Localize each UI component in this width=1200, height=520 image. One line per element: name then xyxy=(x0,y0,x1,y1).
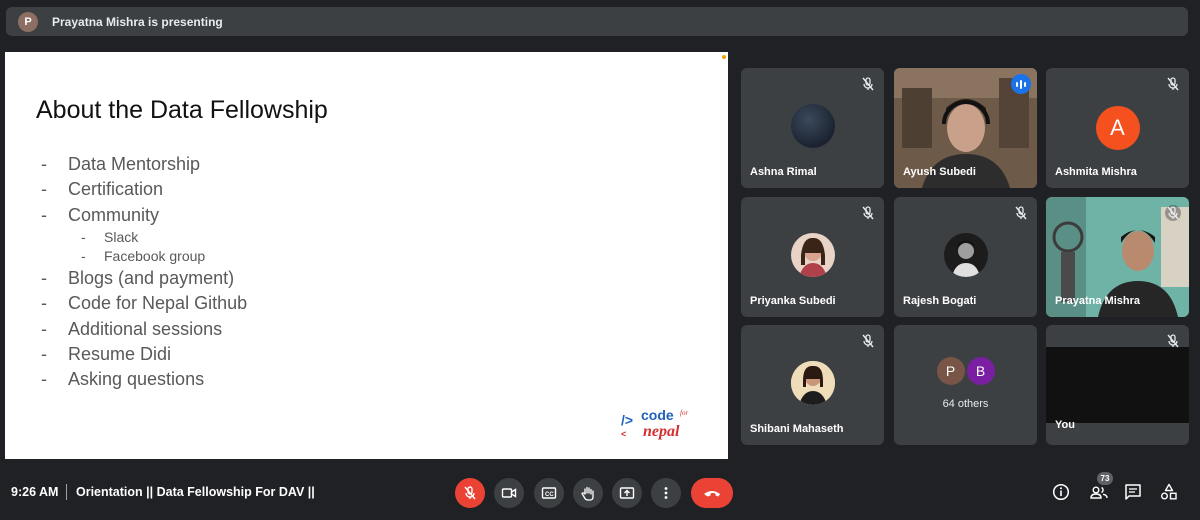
mic-off-icon xyxy=(1167,334,1179,348)
bullet-item: - Certification xyxy=(41,179,164,200)
camera-icon xyxy=(501,488,517,498)
activities-button[interactable] xyxy=(1158,481,1180,503)
participant-avatar: A xyxy=(1095,106,1140,150)
slide-bullet-list: - Data Mentorship - Certification - Communi… xyxy=(41,152,247,392)
presenting-text: Prayatna Mishra is presenting xyxy=(52,14,223,29)
participant-tile[interactable]: A Ashmita Mishra xyxy=(1046,68,1189,188)
sub-bullet-item: - Facebook group xyxy=(81,248,206,265)
participant-tile[interactable]: Ashna Rimal xyxy=(741,68,884,188)
mic-off-icon xyxy=(1167,77,1179,91)
mic-off-icon xyxy=(862,334,874,348)
svg-text:for: for xyxy=(680,409,688,417)
mic-off-icon xyxy=(862,77,874,91)
participant-tile[interactable]: Rajesh Bogati xyxy=(894,197,1037,317)
participant-avatar xyxy=(790,233,835,277)
meeting-time: 9:26 AM xyxy=(11,485,59,499)
participant-name: Ayush Subedi xyxy=(903,166,976,178)
hang-up-icon xyxy=(704,491,720,497)
participant-name: Shibani Mahaseth xyxy=(750,423,844,435)
present-screen-button[interactable] xyxy=(612,478,642,508)
people-icon xyxy=(1090,486,1108,499)
slide-title: About the Data Fellowship xyxy=(36,96,328,124)
info-icon xyxy=(1052,483,1070,501)
present-icon xyxy=(619,487,635,499)
bullet-item: - Resume Didi xyxy=(41,343,172,364)
participant-name: You xyxy=(1055,419,1075,431)
mic-off-icon xyxy=(464,486,476,500)
participant-avatar xyxy=(943,233,988,277)
avatar: P xyxy=(936,357,965,385)
speaking-indicator-icon xyxy=(1011,74,1031,94)
participant-avatar xyxy=(790,361,835,405)
captions-icon: CC xyxy=(541,487,557,499)
mic-off-icon xyxy=(1015,206,1027,220)
more-vert-icon xyxy=(664,487,668,499)
participant-tile[interactable]: Priyanka Subedi xyxy=(741,197,884,317)
participant-name: Rajesh Bogati xyxy=(903,295,977,307)
bullet-item: - Data Mentorship xyxy=(41,154,201,175)
bottom-bar: 9:26 AM Orientation || Data Fellowship F… xyxy=(0,465,1200,520)
toggle-mic-button[interactable] xyxy=(455,478,485,508)
participant-tile-active-speaker[interactable]: Ayush Subedi xyxy=(894,68,1037,188)
svg-text:nepal: nepal xyxy=(643,423,680,440)
presenting-banner[interactable]: P Prayatna Mishra is presenting xyxy=(6,7,1188,36)
more-options-button[interactable] xyxy=(651,478,681,508)
meeting-title: Orientation || Data Fellowship For DAV |… xyxy=(76,485,315,499)
slide-corner-dot xyxy=(722,55,726,59)
participant-name: Prayatna Mishra xyxy=(1055,295,1140,307)
presenter-avatar: P xyxy=(18,11,38,32)
bullet-item: - Asking questions xyxy=(41,369,205,390)
bullet-item: - Blogs (and payment) xyxy=(41,268,235,289)
participant-avatar xyxy=(790,104,835,148)
divider xyxy=(66,484,67,500)
svg-text:<: < xyxy=(621,429,626,439)
code-for-nepal-logo: /> < code for nepal xyxy=(621,407,688,440)
participant-count-badge: 73 xyxy=(1097,472,1113,485)
mic-off-icon xyxy=(1165,205,1181,221)
toggle-camera-button[interactable] xyxy=(494,478,524,508)
captions-button[interactable]: CC xyxy=(534,478,564,508)
participant-tile[interactable]: Shibani Mahaseth xyxy=(741,325,884,445)
others-count: 64 others xyxy=(942,398,989,410)
svg-text:CC: CC xyxy=(545,492,554,498)
bullet-item: - Code for Nepal Github xyxy=(41,293,248,314)
participant-name: Priyanka Subedi xyxy=(750,295,836,307)
participant-name: Ashmita Mishra xyxy=(1055,166,1137,178)
participant-name: Ashna Rimal xyxy=(750,166,817,178)
sub-bullet-item: - Slack xyxy=(81,229,139,246)
chat-button[interactable] xyxy=(1122,481,1144,503)
self-video xyxy=(1046,347,1189,423)
hand-icon xyxy=(581,486,594,501)
participant-tile[interactable]: Prayatna Mishra xyxy=(1046,197,1189,317)
leave-call-button[interactable] xyxy=(691,478,733,508)
others-avatars: P B xyxy=(894,357,1037,385)
raise-hand-button[interactable] xyxy=(573,478,603,508)
activities-icon xyxy=(1161,483,1177,500)
meet-window: P Prayatna Mishra is presenting About th… xyxy=(0,0,1200,520)
self-tile[interactable]: You xyxy=(1046,325,1189,445)
bullet-item: - Additional sessions xyxy=(41,318,223,339)
mic-off-icon xyxy=(862,206,874,220)
svg-text:code: code xyxy=(641,407,674,423)
svg-text:/>: /> xyxy=(621,412,633,428)
presentation-slide: About the Data Fellowship - Data Mentorsh… xyxy=(5,52,728,459)
avatar: B xyxy=(966,357,995,385)
meeting-details-button[interactable] xyxy=(1050,481,1072,503)
others-tile[interactable]: P B 64 others xyxy=(894,325,1037,445)
bullet-item: - Community xyxy=(41,204,160,225)
chat-icon xyxy=(1125,484,1141,500)
